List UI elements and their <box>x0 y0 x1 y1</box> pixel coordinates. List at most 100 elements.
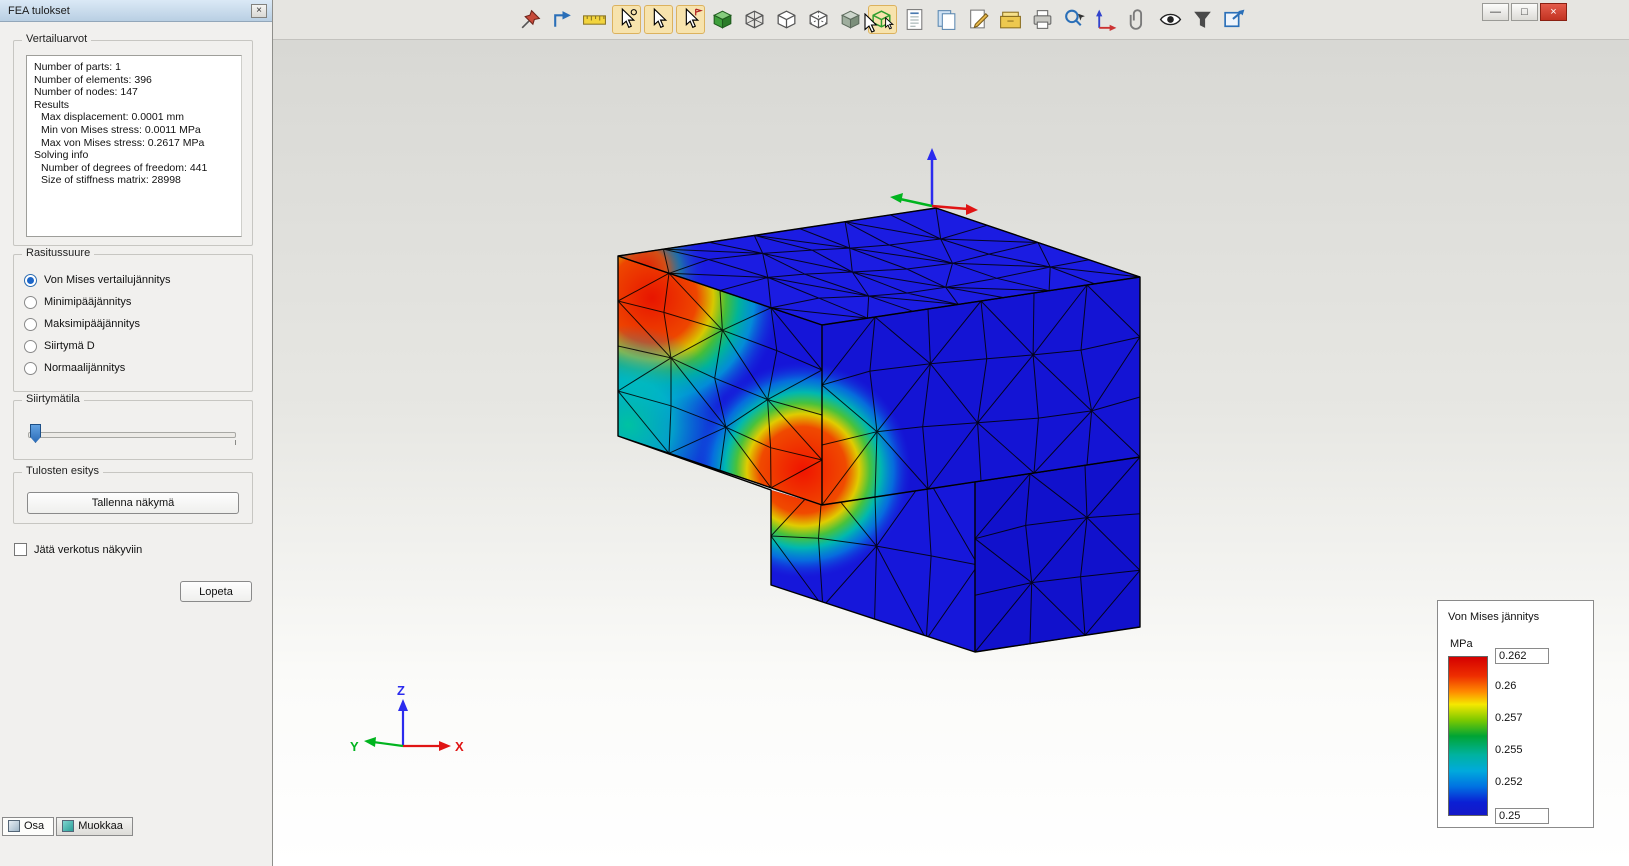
tool-wireframe-view-button[interactable] <box>740 5 769 34</box>
panel-title-bar: FEA tulokset × <box>0 0 272 22</box>
tool-filter-button[interactable] <box>1188 5 1217 34</box>
legend-value: 0.26 <box>1495 680 1517 692</box>
stat-line: Max von Mises stress: 0.2617 MPa <box>41 136 205 149</box>
stat-line: Number of nodes: 147 <box>34 86 138 99</box>
tab-icon <box>62 820 75 832</box>
fea-model[interactable]: Z X Y <box>273 40 1629 866</box>
app-window: { "window": { "minimize_glyph": "—", "ma… <box>0 0 1629 866</box>
tab-label: Osa <box>24 820 45 832</box>
panel-tabs: Osa Muokkaa <box>2 817 133 836</box>
output-groupbox: Tulosten esitys Tallenna näkymä <box>13 465 253 524</box>
tool-report-button[interactable] <box>900 5 929 34</box>
stress-option-0[interactable]: Von Mises vertailujännitys <box>14 269 252 291</box>
radio-label: Minimipääjännitys <box>44 296 132 308</box>
tab-label: Muokkaa <box>78 820 123 832</box>
displacement-slider-track[interactable] <box>28 432 236 438</box>
legend-value[interactable]: 0.262 <box>1495 648 1549 664</box>
wireframe-view-icon <box>742 7 767 32</box>
tool-snap-tangent-button[interactable] <box>676 5 705 34</box>
axis-label-x: X <box>455 739 464 754</box>
window-close-button[interactable]: × <box>1540 3 1567 21</box>
copy-icon <box>934 7 959 32</box>
tool-archive-button[interactable] <box>996 5 1025 34</box>
view-triad: Z X Y <box>350 683 464 754</box>
tool-snap-point-button[interactable] <box>612 5 641 34</box>
tool-rendered-view-button[interactable] <box>836 5 865 34</box>
tool-measure-button[interactable] <box>580 5 609 34</box>
pan-icon <box>550 7 575 32</box>
report-icon <box>902 7 927 32</box>
window-maximize-button[interactable]: □ <box>1511 3 1538 21</box>
model-triad <box>890 148 978 215</box>
snap-tangent-icon <box>678 7 703 32</box>
coordinate-axes-icon <box>1094 7 1119 32</box>
tool-print-button[interactable] <box>1028 5 1057 34</box>
legend-value: 0.255 <box>1495 744 1523 756</box>
tool-dashed-hidden-view-button[interactable] <box>804 5 833 34</box>
displacement-slider-thumb[interactable] <box>30 424 41 443</box>
legend-colorbar <box>1448 656 1488 816</box>
tool-new-window-button[interactable] <box>1220 5 1249 34</box>
tool-select-button[interactable] <box>644 5 673 34</box>
axis-label-z: Z <box>397 683 405 698</box>
measure-icon <box>582 7 607 32</box>
stress-option-4[interactable]: Normaalijännitys <box>14 357 252 379</box>
results-text-area[interactable]: Number of parts: 1 Number of elements: 39… <box>26 55 242 237</box>
tool-coordinate-axes-button[interactable] <box>1092 5 1121 34</box>
results-groupbox: Vertailuarvot Number of parts: 1 Number o… <box>13 33 253 246</box>
pin-icon <box>518 7 543 32</box>
axis-label-y: Y <box>350 739 359 754</box>
save-view-button[interactable]: Tallenna näkymä <box>27 492 239 514</box>
zoom-select-icon <box>1062 7 1087 32</box>
tab-osa[interactable]: Osa <box>2 817 55 836</box>
tool-zoom-select-button[interactable] <box>1060 5 1089 34</box>
shaded-view-icon <box>710 7 735 32</box>
dashed-hidden-view-icon <box>806 7 831 32</box>
panel-close-button[interactable]: × <box>251 3 267 18</box>
stat-line: Max displacement: 0.0001 mm <box>41 111 184 124</box>
radio-icon[interactable] <box>24 361 37 375</box>
mouse-cursor <box>864 13 878 33</box>
displacement-groupbox: Siirtymätila <box>13 393 253 460</box>
archive-icon <box>998 7 1023 32</box>
tab-icon <box>8 820 20 832</box>
stress-option-1[interactable]: Minimipääjännitys <box>14 291 252 313</box>
main-toolbar <box>273 0 1629 40</box>
stress-option-2[interactable]: Maksimipääjännitys <box>14 313 252 335</box>
displacement-group-label: Siirtymätila <box>22 393 84 405</box>
radio-label: Von Mises vertailujännitys <box>44 274 171 286</box>
output-group-label: Tulosten esitys <box>22 465 103 477</box>
tab-muokkaa[interactable]: Muokkaa <box>56 817 133 836</box>
tool-pan-button[interactable] <box>548 5 577 34</box>
filter-icon <box>1190 7 1215 32</box>
radio-icon[interactable] <box>24 339 37 353</box>
model-faces <box>618 208 1140 652</box>
fea-results-panel: FEA tulokset × Vertailuarvot Number of p… <box>0 0 273 866</box>
radio-icon[interactable] <box>24 295 37 309</box>
window-minimize-button[interactable]: — <box>1482 3 1509 21</box>
radio-label: Normaalijännitys <box>44 362 126 374</box>
tool-visibility-button[interactable] <box>1156 5 1185 34</box>
radio-icon[interactable] <box>24 317 37 331</box>
legend-values: 0.262 0.26 0.257 0.255 0.252 0.25 <box>1495 648 1565 824</box>
stat-line: Number of degrees of freedom: 441 <box>41 161 208 174</box>
mesh-visibility-row[interactable]: Jätä verkotus näkyviin <box>14 543 142 556</box>
tool-pin-button[interactable] <box>516 5 545 34</box>
mesh-visibility-checkbox[interactable] <box>14 543 27 556</box>
viewport[interactable]: Z X Y <box>273 40 1629 866</box>
sketch-icon <box>966 7 991 32</box>
tool-copy-button[interactable] <box>932 5 961 34</box>
tool-attach-button[interactable] <box>1124 5 1153 34</box>
window-controls: — □ × <box>1482 3 1567 21</box>
stat-line: Solving info <box>34 149 89 162</box>
legend-value[interactable]: 0.25 <box>1495 808 1549 824</box>
legend-value: 0.252 <box>1495 776 1523 788</box>
stress-option-3[interactable]: Siirtymä D <box>14 335 252 357</box>
radio-icon[interactable] <box>24 273 37 287</box>
radio-label: Siirtymä D <box>44 340 95 352</box>
quit-button[interactable]: Lopeta <box>180 581 252 602</box>
tool-sketch-button[interactable] <box>964 5 993 34</box>
tool-hidden-line-view-button[interactable] <box>772 5 801 34</box>
rendered-view-icon <box>838 7 863 32</box>
tool-shaded-view-button[interactable] <box>708 5 737 34</box>
